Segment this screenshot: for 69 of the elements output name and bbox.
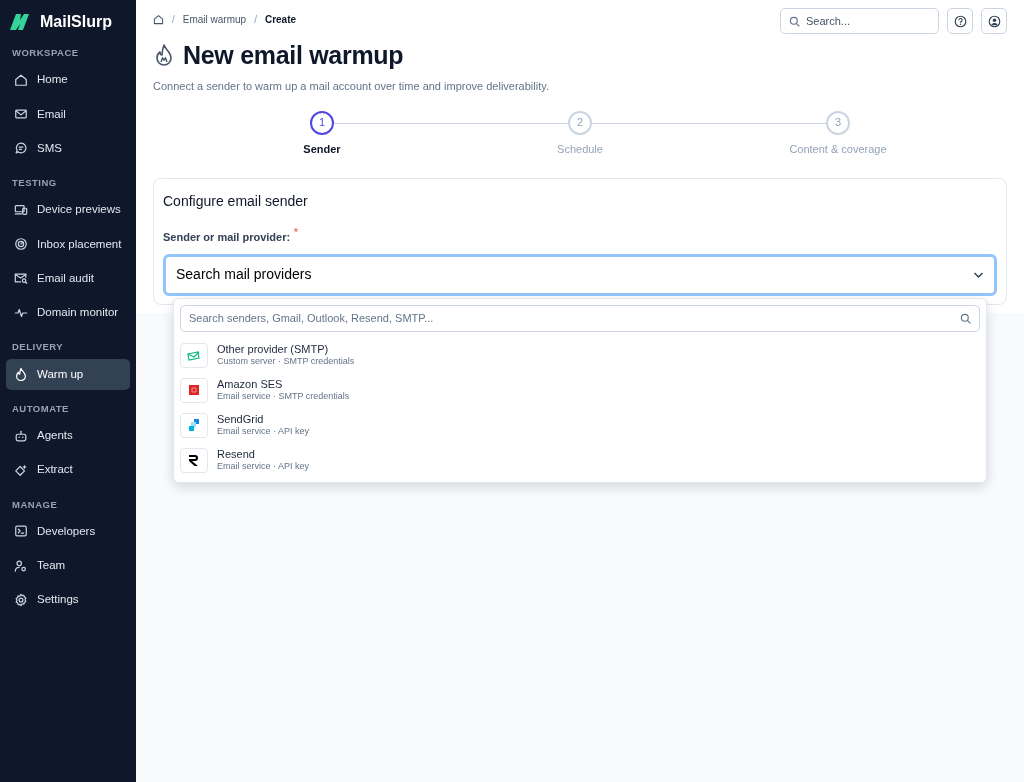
provider-option[interactable]: Resend Email service · API key bbox=[180, 442, 980, 478]
gear-icon bbox=[14, 592, 28, 607]
step-label: Schedule bbox=[557, 141, 603, 157]
sidebar-item[interactable]: Inbox placement bbox=[6, 228, 130, 260]
option-detail: Custom server · SMTP credentials bbox=[217, 356, 355, 368]
required-mark: * bbox=[293, 226, 299, 238]
devices-icon bbox=[14, 202, 28, 217]
sidebar-item[interactable]: Warm up bbox=[6, 358, 130, 390]
provider-option[interactable]: Other provider (SMTP) Custom server · SMTP credentials bbox=[180, 337, 980, 373]
sidebar-item[interactable]: Email audit bbox=[6, 262, 130, 294]
logo-icon bbox=[10, 14, 32, 30]
sidebar-item[interactable]: Team bbox=[6, 550, 130, 582]
search-field[interactable]: Search... bbox=[780, 8, 939, 34]
breadcrumb-separator: / bbox=[254, 13, 257, 27]
terminal-icon bbox=[14, 524, 28, 539]
field-label: Sender or mail provider: bbox=[163, 231, 291, 244]
option-name: Amazon SES bbox=[217, 377, 284, 392]
sparkle-layers-icon bbox=[14, 462, 28, 477]
flame-icon bbox=[14, 367, 28, 382]
option-name: SendGrid bbox=[217, 412, 265, 427]
option-detail: Email service · API key bbox=[217, 461, 310, 473]
search-icon bbox=[960, 312, 971, 324]
robot-icon bbox=[14, 428, 28, 443]
sidebar-item[interactable]: Email bbox=[6, 98, 130, 130]
section-heading: DELIVERY bbox=[11, 340, 65, 355]
provider-select[interactable]: Search mail providers bbox=[163, 253, 997, 296]
provider-option[interactable]: SendGrid Email service · API key bbox=[180, 407, 980, 443]
sidebar-item[interactable]: Developers bbox=[6, 515, 130, 547]
sidebar-item[interactable]: Extract bbox=[6, 454, 130, 486]
mail-icon bbox=[14, 107, 28, 122]
user-icon bbox=[987, 14, 1001, 28]
brand-name: MailSlurp bbox=[40, 12, 112, 32]
option-detail: Email service · API key bbox=[217, 426, 310, 438]
step-number[interactable]: 1 bbox=[310, 110, 334, 135]
provider-option[interactable]: Amazon SES Email service · SMTP credentials bbox=[180, 372, 980, 408]
section-heading: TESTING bbox=[11, 176, 58, 190]
section-heading: WORKSPACE bbox=[11, 46, 80, 60]
home-icon bbox=[14, 72, 28, 87]
page-subtitle: Connect a sender to warm up a mail account over time and improve deliverability. bbox=[153, 79, 550, 94]
sidebar-item[interactable]: Domain monitor bbox=[6, 297, 130, 329]
search-icon bbox=[789, 15, 800, 27]
step-label: Sender bbox=[303, 141, 341, 157]
home-icon[interactable] bbox=[153, 14, 164, 25]
option-name: Other provider (SMTP) bbox=[217, 342, 330, 357]
mail-search-icon bbox=[14, 271, 28, 286]
section-heading: AUTOMATE bbox=[11, 401, 70, 416]
option-detail: Email service · SMTP credentials bbox=[217, 391, 350, 403]
step-label: Content & coverage bbox=[789, 141, 887, 157]
users-icon bbox=[14, 558, 28, 573]
breadcrumb-link[interactable]: Email warmup bbox=[182, 12, 247, 27]
gauge-icon bbox=[14, 237, 28, 252]
breadcrumb-separator: / bbox=[172, 13, 175, 27]
section-heading: MANAGE bbox=[11, 497, 59, 512]
card-title: Configure email sender bbox=[163, 192, 309, 211]
sidebar-item[interactable]: SMS bbox=[6, 132, 130, 164]
chat-icon bbox=[14, 141, 28, 156]
help-button[interactable] bbox=[947, 8, 973, 34]
chevron-down-icon bbox=[973, 270, 984, 279]
sidebar-item[interactable]: Device previews bbox=[6, 194, 130, 226]
flame-icon bbox=[153, 43, 175, 67]
sidebar-item[interactable]: Home bbox=[6, 64, 130, 96]
sidebar-item[interactable]: Settings bbox=[6, 584, 130, 616]
account-button[interactable] bbox=[981, 8, 1007, 34]
help-icon bbox=[953, 14, 967, 28]
dropdown-search-field[interactable]: Search senders, Gmail, Outlook, Resend, SMTP... bbox=[180, 304, 980, 332]
breadcrumb-current: Create bbox=[264, 13, 297, 27]
option-name: Resend bbox=[217, 447, 256, 462]
page-title: New email warmup bbox=[183, 40, 404, 70]
sidebar-item[interactable]: Agents bbox=[6, 420, 130, 452]
